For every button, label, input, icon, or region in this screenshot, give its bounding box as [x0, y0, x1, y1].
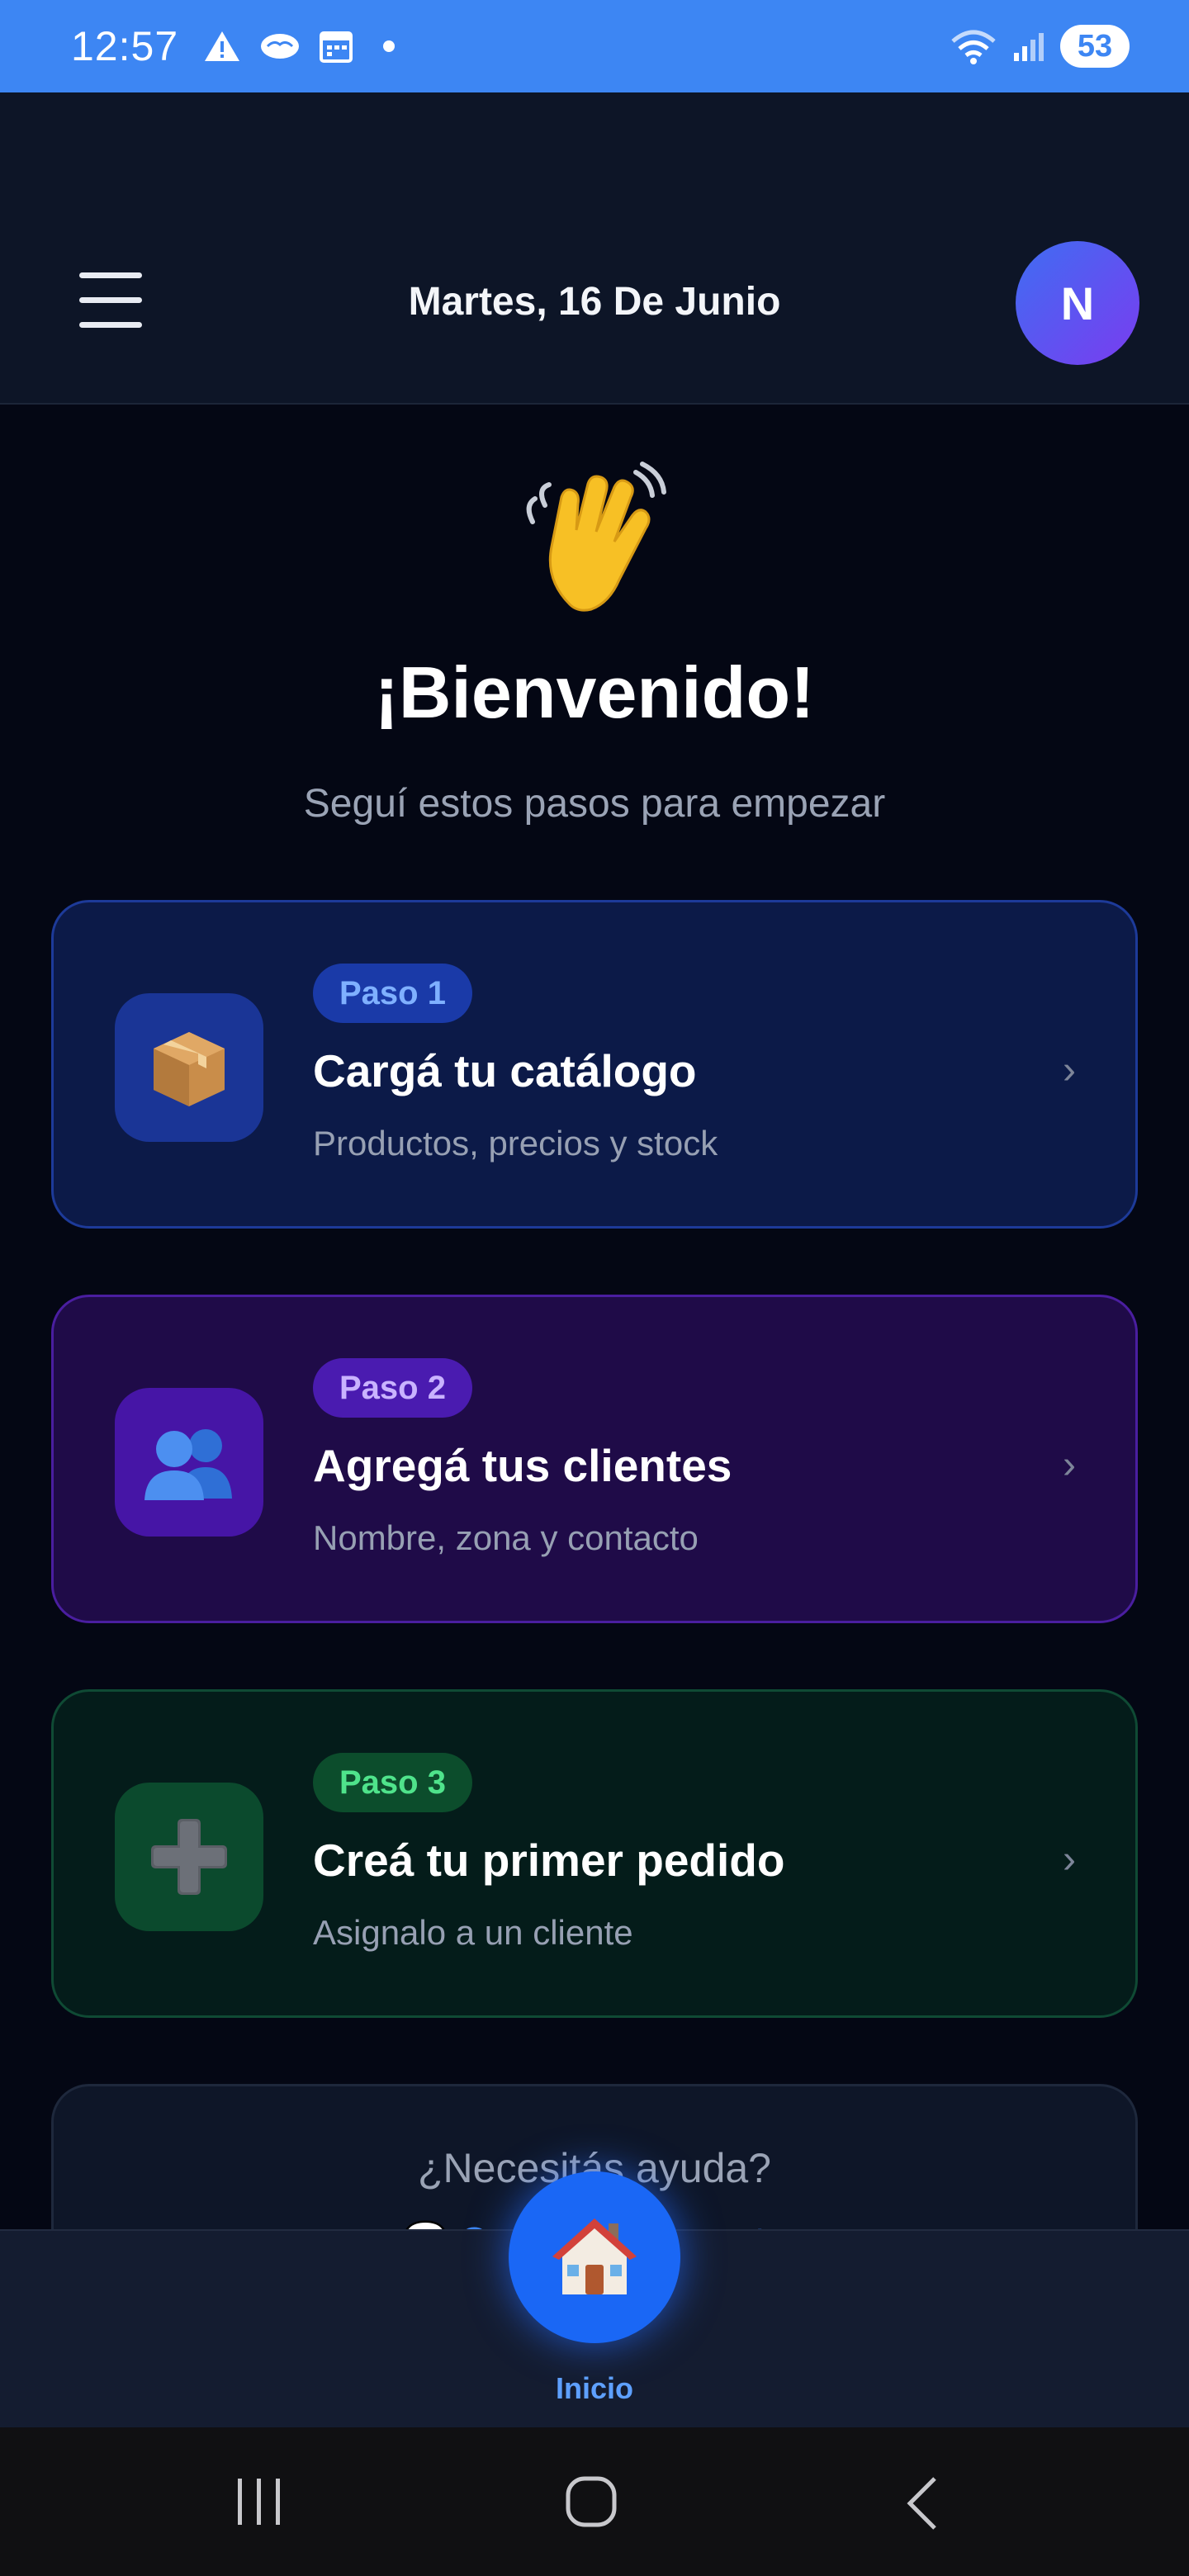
house-icon: [552, 2218, 637, 2294]
wifi-icon: [951, 30, 996, 64]
notification-icons: [203, 29, 396, 64]
step-badge: Paso 1: [313, 964, 472, 1023]
status-bar: 12:57 53: [0, 0, 1189, 92]
chevron-right-icon: ›: [1063, 1049, 1076, 1092]
warning-icon: [205, 31, 240, 61]
step-title: Agregá tus clientes: [313, 1440, 732, 1491]
waving-hand-icon: [526, 462, 666, 612]
menu-icon-bar: [79, 272, 142, 278]
back-icon[interactable]: [903, 2475, 940, 2531]
step-badge: Paso 3: [313, 1753, 472, 1812]
calendar-icon: [320, 31, 353, 63]
home-system-icon[interactable]: [565, 2475, 618, 2528]
signal-icon: [1014, 33, 1044, 61]
step-card-order[interactable]: Paso 3 Creá tu primer pedido Asignalo a …: [51, 1689, 1138, 2018]
chevron-right-icon: ›: [1063, 1838, 1076, 1882]
home-label: Inicio: [555, 2371, 633, 2405]
step-icon-box: [115, 1783, 263, 1931]
step-description: Asignalo a un cliente: [313, 1913, 633, 1952]
users-icon: [144, 1429, 232, 1500]
welcome-subtitle: Seguí estos pasos para empezar: [303, 782, 886, 826]
avatar[interactable]: N: [1016, 241, 1139, 365]
step-badge: Paso 2: [313, 1358, 472, 1418]
status-time: 12:57: [71, 23, 179, 69]
step-description: Nombre, zona y contacto: [313, 1518, 699, 1557]
step-card-catalog[interactable]: Paso 1 Cargá tu catálogo Productos, prec…: [51, 900, 1138, 1229]
app-header: Martes, 16 De Junio N: [0, 92, 1189, 405]
plus-icon: [151, 1819, 227, 1895]
handshake-icon: [261, 34, 300, 59]
home-button[interactable]: [509, 2171, 680, 2343]
recent-apps-icon[interactable]: [234, 2475, 284, 2528]
battery-indicator: 53: [1060, 25, 1130, 68]
chevron-right-icon: ›: [1063, 1443, 1076, 1487]
package-icon: [154, 1032, 225, 1106]
step-description: Productos, precios y stock: [313, 1124, 718, 1163]
step-card-clients[interactable]: Paso 2 Agregá tus clientes Nombre, zona …: [51, 1295, 1138, 1623]
step-title: Cargá tu catálogo: [313, 1045, 697, 1096]
welcome-title: ¡Bienvenido!: [374, 651, 815, 733]
step-title: Creá tu primer pedido: [313, 1835, 785, 1886]
system-nav-bar: [0, 2427, 1189, 2576]
step-icon-box: [115, 993, 263, 1142]
dot-icon: [383, 40, 396, 52]
header-date: Martes, 16 De Junio: [408, 280, 781, 324]
system-status: 53: [950, 25, 1130, 68]
step-icon-box: [115, 1388, 263, 1537]
